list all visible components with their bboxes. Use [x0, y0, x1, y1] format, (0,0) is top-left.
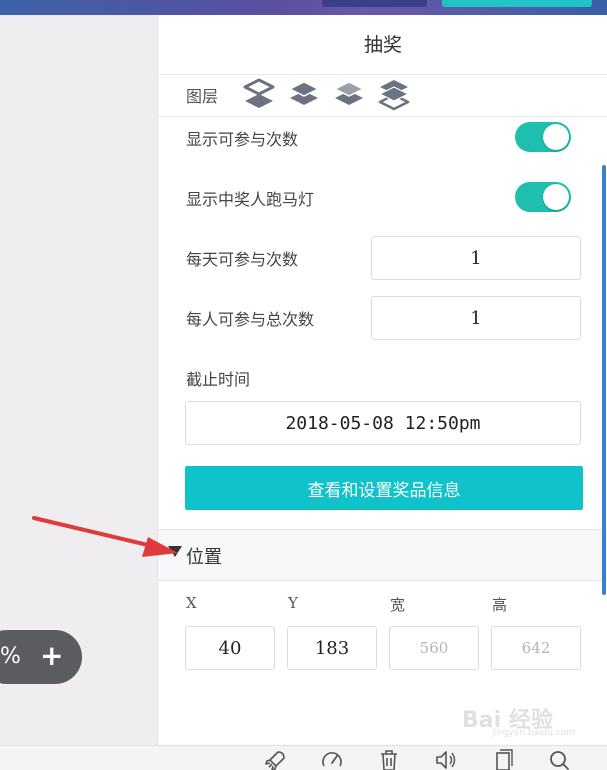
zoom-control: % +: [0, 630, 82, 684]
zoom-percent-label: %: [0, 644, 21, 669]
editor-canvas-area[interactable]: % +: [0, 15, 157, 745]
bottom-toolbar: [0, 745, 607, 770]
top-header-button-teal[interactable]: [442, 0, 592, 7]
deadline-input[interactable]: [185, 401, 581, 445]
width-input: [389, 626, 479, 670]
caret-down-icon: [168, 546, 182, 557]
speed-icon[interactable]: [320, 748, 344, 770]
x-input[interactable]: [185, 626, 275, 670]
scrollbar-thumb[interactable]: [602, 165, 606, 595]
properties-panel: 抽奖 图层 显示可参与次数 显示中奖人跑马灯 每天可参与次数 1 每人可参与总次…: [157, 15, 607, 745]
divider: [158, 116, 607, 117]
view-prize-settings-button[interactable]: 查看和设置奖品信息: [185, 466, 583, 510]
show-attempts-toggle[interactable]: [515, 122, 571, 152]
rocket-icon[interactable]: [264, 748, 288, 770]
toggle-knob: [543, 124, 569, 150]
y-input[interactable]: [287, 626, 377, 670]
layer-label: 图层: [186, 87, 219, 106]
zoom-in-button[interactable]: +: [40, 639, 63, 673]
x-label: X: [186, 594, 197, 612]
position-section-header[interactable]: 位置: [158, 529, 607, 581]
top-header-button-dark[interactable]: [322, 0, 427, 7]
height-label: 高: [492, 596, 508, 614]
total-attempts-input[interactable]: [371, 296, 581, 340]
show-attempts-label: 显示可参与次数: [186, 130, 299, 149]
copy-icon[interactable]: [491, 748, 515, 770]
deadline-label: 截止时间: [186, 370, 251, 389]
toggle-knob: [543, 184, 569, 210]
panel-scrollbar[interactable]: [602, 165, 606, 745]
bring-forward-icon[interactable]: [287, 77, 321, 111]
send-to-back-icon[interactable]: [377, 77, 411, 111]
top-header-bar: [0, 0, 607, 15]
sound-icon[interactable]: [434, 748, 458, 770]
panel-title: 抽奖: [363, 34, 402, 56]
show-winners-marquee-toggle[interactable]: [515, 182, 571, 212]
height-input: [491, 626, 581, 670]
y-label: Y: [288, 594, 298, 612]
bring-to-front-icon[interactable]: [242, 77, 276, 111]
daily-attempts-input[interactable]: [371, 236, 581, 280]
trash-icon[interactable]: [377, 748, 401, 770]
divider: [158, 74, 607, 75]
daily-attempts-label: 每天可参与次数: [186, 250, 299, 269]
search-icon[interactable]: [547, 748, 571, 770]
position-section-title: 位置: [186, 547, 222, 568]
width-label: 宽: [390, 596, 406, 614]
show-winners-marquee-label: 显示中奖人跑马灯: [186, 190, 315, 209]
total-attempts-label: 每人可参与总次数: [186, 310, 315, 329]
send-backward-icon[interactable]: [332, 77, 366, 111]
